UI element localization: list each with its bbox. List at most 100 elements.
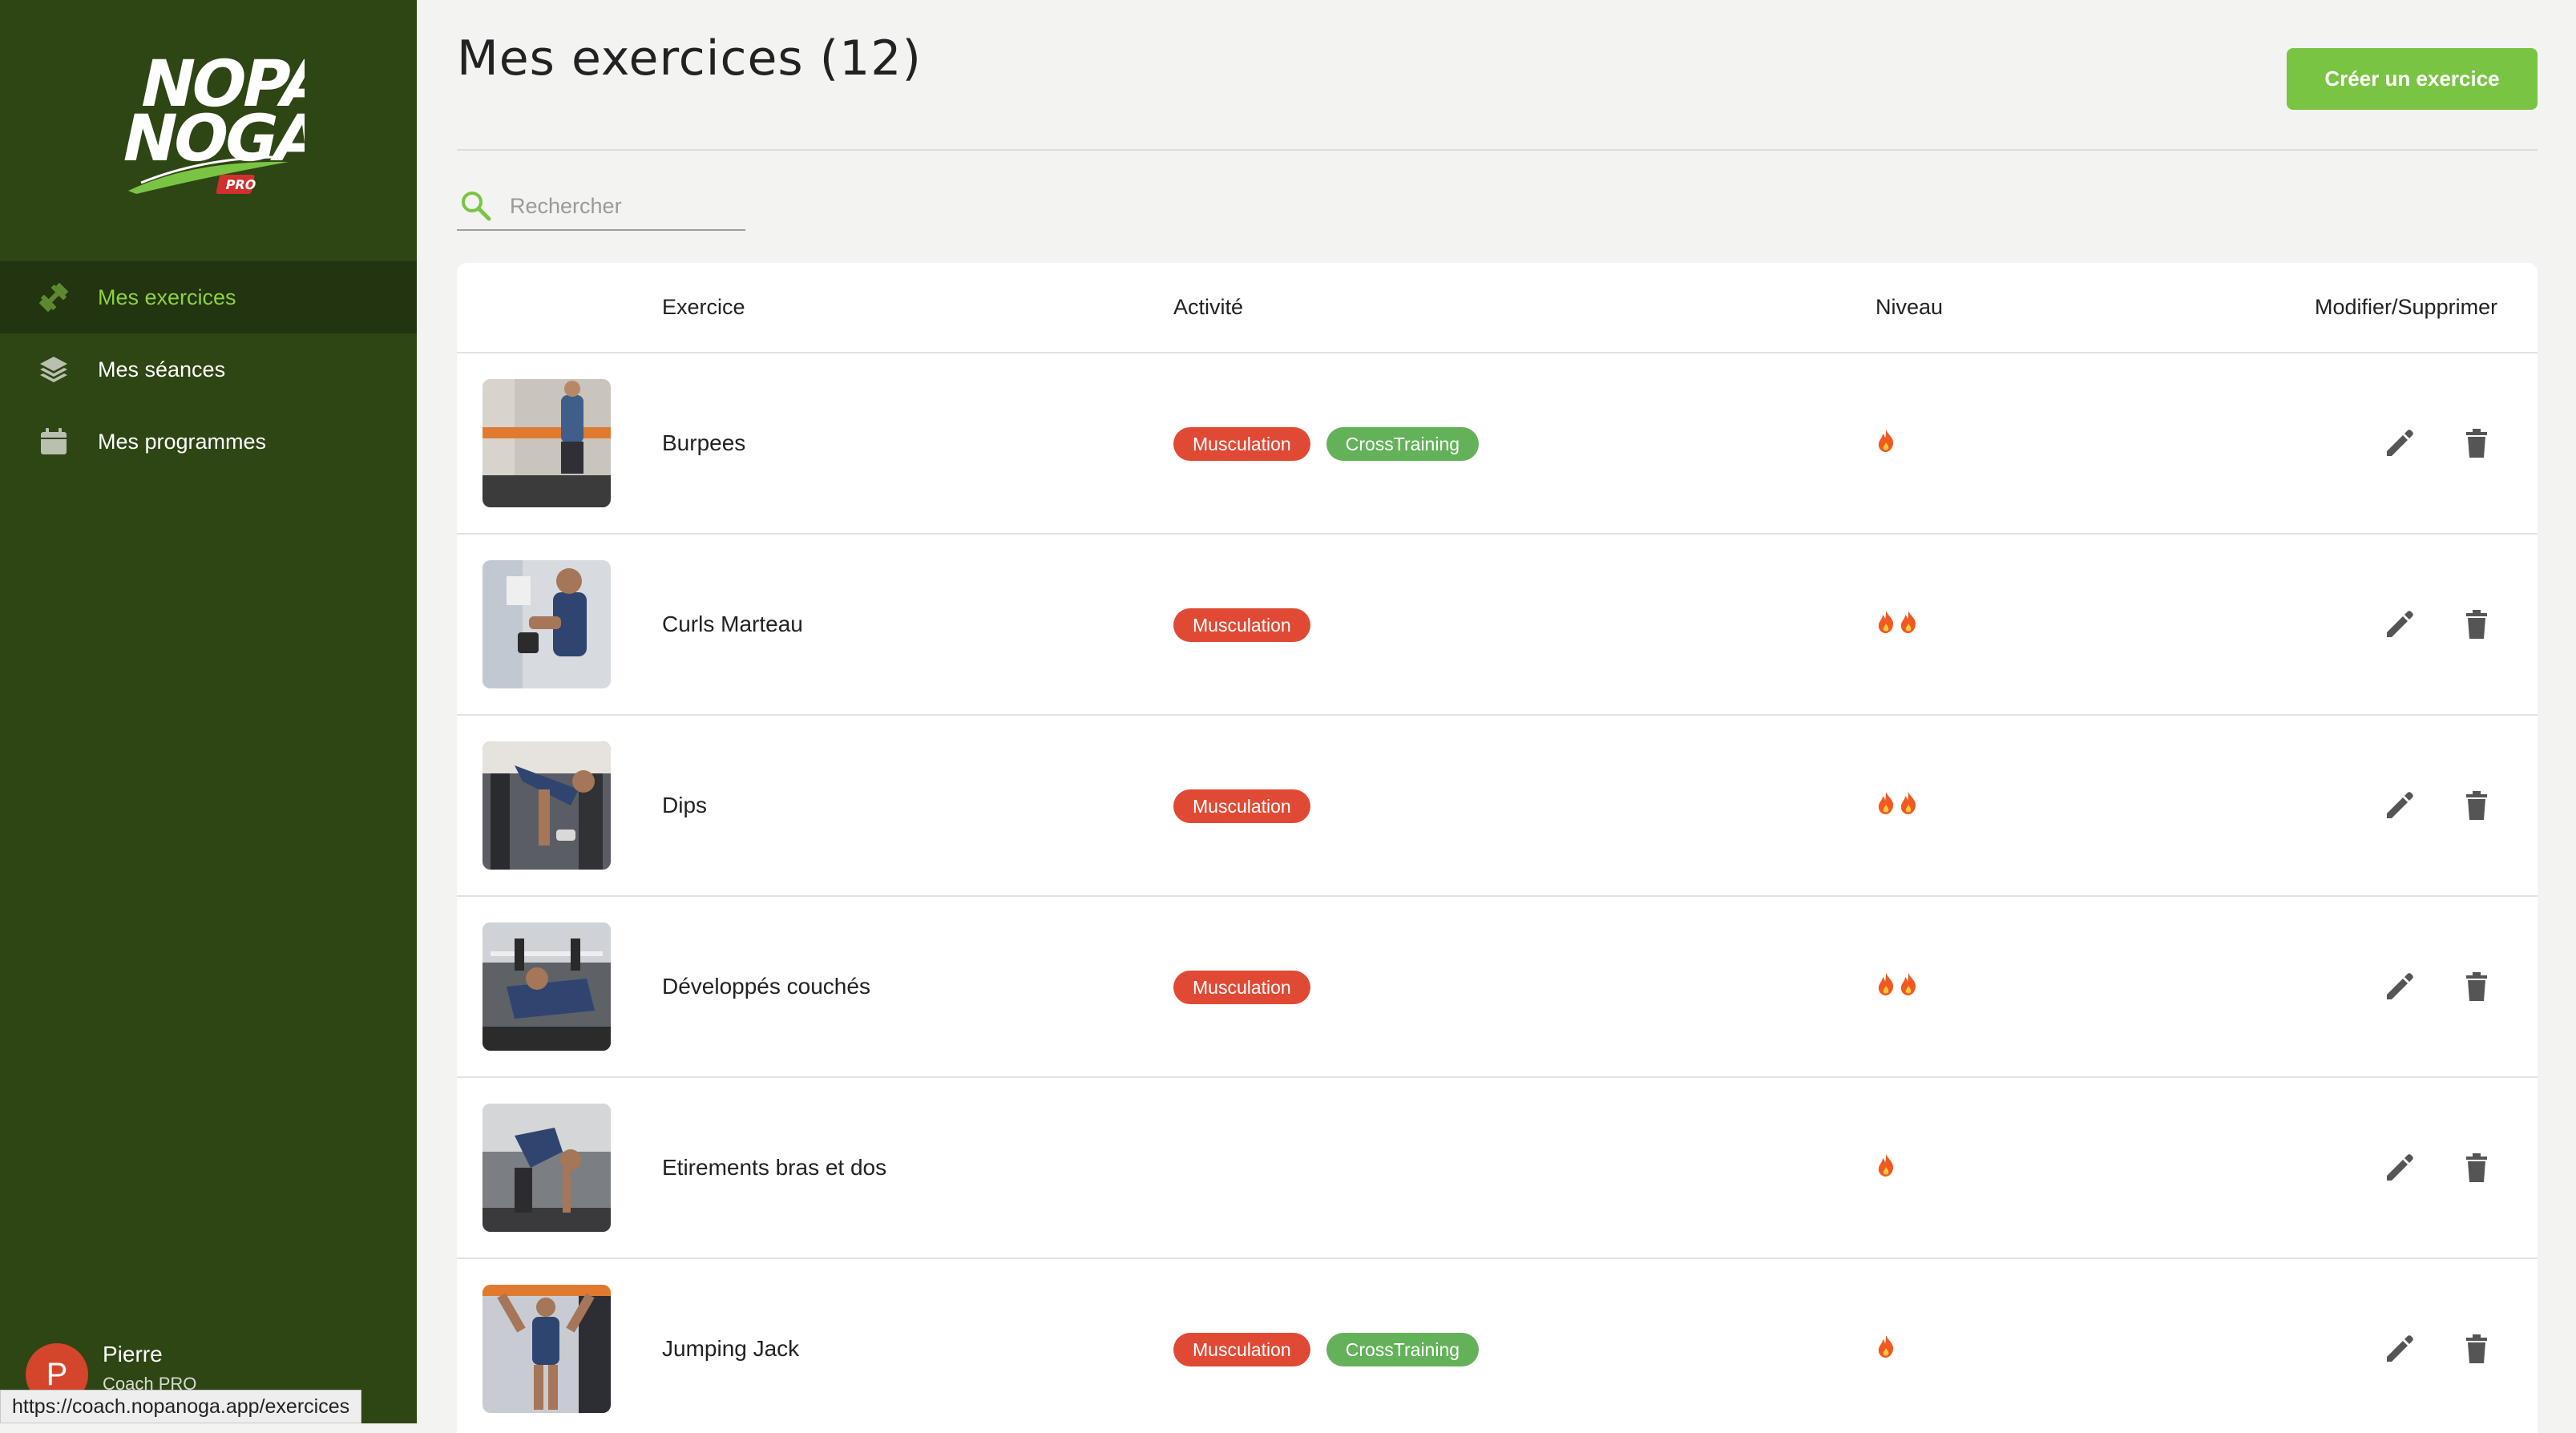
trash-icon — [2466, 972, 2487, 1001]
page-title: Mes exercices (12) — [457, 30, 922, 87]
delete-button[interactable] — [2457, 967, 2496, 1006]
table-row[interactable]: Dips Musculation — [457, 716, 2538, 897]
flame-icon — [1878, 1154, 1894, 1177]
sidebar: NOPA NOGA PRO Mes exercices Mes séances — [0, 0, 417, 1423]
exercise-name: Curls Marteau — [662, 612, 803, 636]
svg-text:PRO: PRO — [224, 177, 258, 192]
delete-button[interactable] — [2457, 1148, 2496, 1187]
table-row[interactable]: Curls Marteau Musculation — [457, 535, 2538, 716]
sidebar-nav: Mes exercices Mes séances Mes programmes — [0, 261, 417, 478]
nopanoga-logo[interactable]: NOPA NOGA PRO — [115, 40, 339, 200]
delete-button[interactable] — [2457, 786, 2496, 825]
row-actions — [2380, 1148, 2496, 1187]
trash-icon — [2466, 1153, 2487, 1182]
activity-tag-musculation: Musculation — [1173, 427, 1310, 461]
row-actions — [2380, 786, 2496, 825]
flame-icon — [1878, 430, 1894, 452]
activity-tags: Musculation — [1173, 971, 1326, 1004]
difficulty-level — [1875, 429, 1898, 453]
calendar-icon — [37, 425, 71, 458]
activity-tag-musculation: Musculation — [1173, 789, 1310, 823]
column-header-niveau: Niveau — [1875, 295, 1944, 319]
sidebar-item-mes-programmes[interactable]: Mes programmes — [0, 406, 417, 478]
activity-tag-musculation: Musculation — [1173, 608, 1310, 642]
trash-icon — [2466, 1334, 2487, 1363]
sidebar-item-label: Mes programmes — [98, 429, 267, 454]
exercise-name: Développés couchés — [662, 974, 870, 999]
exercise-thumbnail — [482, 560, 611, 688]
table-row[interactable]: Burpees Musculation CrossTraining — [457, 353, 2538, 535]
row-actions — [2380, 605, 2496, 644]
activity-tag-musculation: Musculation — [1173, 971, 1310, 1004]
edit-button[interactable] — [2380, 424, 2419, 462]
dumbbell-icon — [37, 281, 71, 314]
pencil-icon — [2387, 973, 2413, 999]
edit-button[interactable] — [2380, 786, 2419, 825]
pencil-icon — [2387, 1154, 2413, 1181]
flame-icon — [1900, 973, 1916, 995]
sidebar-item-mes-seances[interactable]: Mes séances — [0, 333, 417, 406]
exercise-thumbnail — [482, 1104, 611, 1232]
activity-tags: Musculation CrossTraining — [1173, 1333, 1495, 1366]
status-bar-url: https://coach.nopanoga.app/exercices — [0, 1390, 362, 1423]
search-bar — [457, 183, 745, 231]
delete-button[interactable] — [2457, 605, 2496, 644]
pencil-icon — [2387, 792, 2413, 818]
column-header-modifier-supprimer: Modifier/Supprimer — [2315, 295, 2498, 319]
table-header: Exercice Activité Niveau Modifier/Suppri… — [457, 263, 2538, 353]
edit-button[interactable] — [2380, 1330, 2419, 1368]
search-input[interactable] — [508, 192, 733, 220]
pencil-icon — [2387, 1335, 2413, 1362]
create-exercise-button[interactable]: Créer un exercice — [2287, 48, 2538, 110]
table-row[interactable]: Développés couchés Musculation — [457, 897, 2538, 1078]
trash-icon — [2466, 791, 2487, 820]
flame-icon — [1878, 611, 1894, 633]
trash-icon — [2466, 610, 2487, 639]
sidebar-item-label: Mes exercices — [98, 285, 236, 309]
header-divider — [457, 149, 2538, 151]
sidebar-item-mes-exercices[interactable]: Mes exercices — [0, 261, 417, 333]
trash-icon — [2466, 429, 2487, 458]
search-icon — [462, 192, 491, 221]
delete-button[interactable] — [2457, 1330, 2496, 1368]
difficulty-level — [1875, 1153, 1898, 1177]
row-actions — [2380, 1330, 2496, 1368]
flame-icon — [1878, 973, 1894, 995]
edit-button[interactable] — [2380, 605, 2419, 644]
edit-button[interactable] — [2380, 967, 2419, 1006]
delete-button[interactable] — [2457, 424, 2496, 462]
column-header-activite: Activité — [1173, 295, 1244, 319]
difficulty-level — [1875, 610, 1920, 634]
activity-tags: Musculation — [1173, 789, 1326, 823]
exercise-thumbnail — [482, 379, 611, 507]
difficulty-level — [1875, 972, 1920, 996]
exercise-name: Jumping Jack — [662, 1336, 800, 1361]
flame-icon — [1900, 611, 1916, 633]
exercise-thumbnail — [482, 922, 611, 1051]
activity-tag-crosstraining: CrossTraining — [1326, 427, 1480, 461]
flame-icon — [1878, 1335, 1894, 1358]
activity-tags: Musculation — [1173, 608, 1326, 642]
exercise-name: Etirements bras et dos — [662, 1155, 887, 1180]
exercises-table: Exercice Activité Niveau Modifier/Suppri… — [457, 263, 2538, 1433]
row-actions — [2380, 967, 2496, 1006]
row-actions — [2380, 424, 2496, 462]
activity-tag-crosstraining: CrossTraining — [1326, 1333, 1480, 1366]
layers-icon — [37, 353, 71, 386]
sidebar-item-label: Mes séances — [98, 357, 226, 381]
activity-tag-musculation: Musculation — [1173, 1333, 1310, 1366]
exercise-thumbnail — [482, 1285, 611, 1413]
difficulty-level — [1875, 791, 1920, 815]
table-row[interactable]: Etirements bras et dos — [457, 1078, 2538, 1259]
pencil-icon — [2387, 611, 2413, 637]
column-header-exercice: Exercice — [662, 295, 745, 319]
user-name: Pierre — [103, 1342, 163, 1366]
svg-text:NOGA: NOGA — [120, 102, 305, 176]
exercise-thumbnail — [482, 741, 611, 870]
flame-icon — [1900, 792, 1916, 814]
difficulty-level — [1875, 1334, 1898, 1358]
table-row[interactable]: Jumping Jack Musculation CrossTraining — [457, 1259, 2538, 1433]
edit-button[interactable] — [2380, 1148, 2419, 1187]
pencil-icon — [2387, 430, 2413, 456]
flame-icon — [1878, 792, 1894, 814]
